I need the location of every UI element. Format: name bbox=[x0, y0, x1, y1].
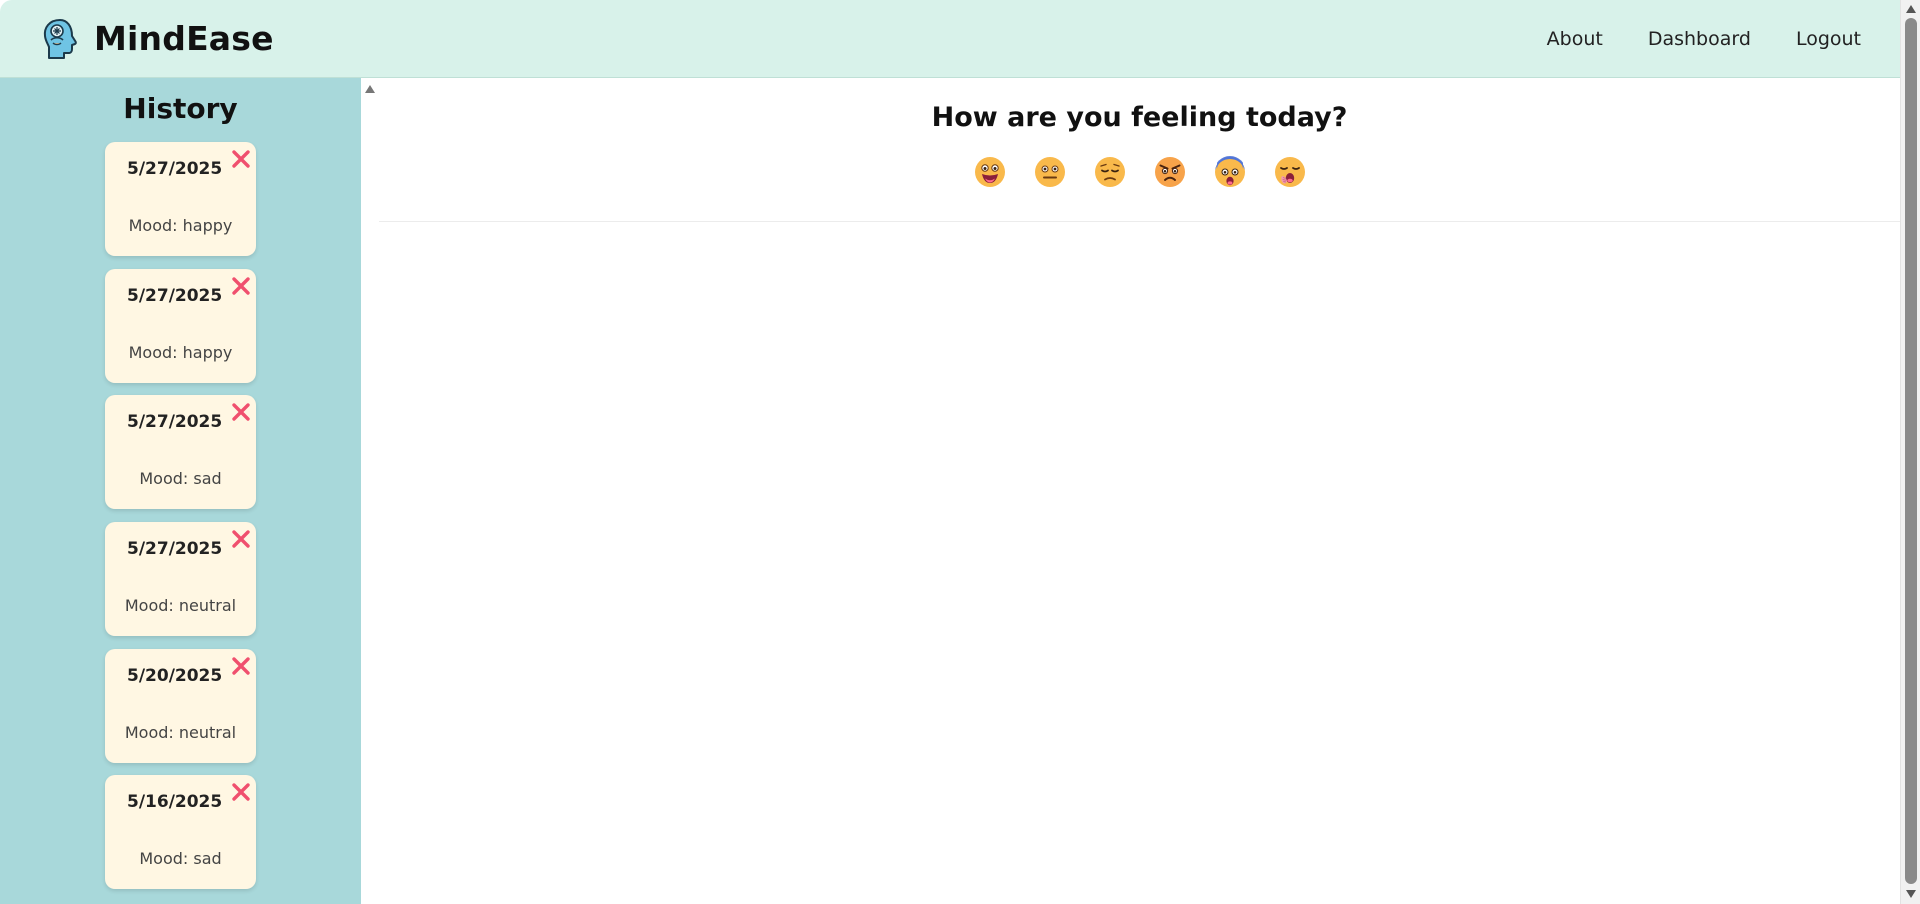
history-card-date: 5/27/2025 bbox=[127, 412, 223, 432]
page-scrollbar[interactable] bbox=[1900, 0, 1920, 904]
history-card-mood: Mood: neutral bbox=[124, 596, 237, 615]
history-card-mood: Mood: happy bbox=[128, 216, 233, 235]
delete-x-icon[interactable] bbox=[229, 780, 253, 804]
history-card-mood: Mood: happy bbox=[128, 343, 233, 362]
nav-link-about[interactable]: About bbox=[1547, 28, 1603, 50]
history-card-date: 5/27/2025 bbox=[127, 539, 223, 559]
history-card[interactable]: 5/16/2025 Mood: sad bbox=[105, 775, 256, 889]
history-card-date: 5/20/2025 bbox=[127, 666, 223, 686]
delete-x-icon[interactable] bbox=[229, 147, 253, 171]
scroll-down-arrow-icon[interactable] bbox=[1905, 889, 1917, 899]
brand[interactable]: MindEase bbox=[40, 17, 274, 61]
history-title: History bbox=[123, 92, 238, 125]
tired-emoji-icon[interactable] bbox=[1274, 156, 1306, 188]
anxious-emoji-icon[interactable] bbox=[1214, 156, 1246, 188]
mood-picker: How are you feeling today? bbox=[379, 78, 1900, 222]
scroll-up-arrow-icon[interactable] bbox=[364, 84, 376, 94]
nav-link-dashboard[interactable]: Dashboard bbox=[1648, 28, 1751, 50]
brain-head-logo-icon bbox=[43, 18, 77, 59]
mood-emoji-row bbox=[379, 156, 1900, 188]
delete-x-icon[interactable] bbox=[229, 654, 253, 678]
neutral-emoji-icon[interactable] bbox=[1034, 156, 1066, 188]
scroll-up-arrow-icon[interactable] bbox=[1905, 4, 1917, 14]
history-card-date: 5/16/2025 bbox=[127, 792, 223, 812]
main-content: How are you feeling today? bbox=[379, 78, 1900, 904]
history-card-mood: Mood: neutral bbox=[124, 723, 237, 742]
scrollbar-thumb[interactable] bbox=[1905, 18, 1917, 884]
delete-x-icon[interactable] bbox=[229, 527, 253, 551]
history-card[interactable]: 5/27/2025 Mood: neutral bbox=[105, 522, 256, 636]
history-sidebar[interactable]: History 5/27/2025 Mood: happy 5/27/2025 … bbox=[0, 78, 361, 904]
angry-emoji-icon[interactable] bbox=[1154, 156, 1186, 188]
nav-links: About Dashboard Logout bbox=[1547, 0, 1861, 78]
mood-question: How are you feeling today? bbox=[931, 102, 1348, 133]
history-card[interactable]: 5/27/2025 Mood: happy bbox=[105, 269, 256, 383]
delete-x-icon[interactable] bbox=[229, 274, 253, 298]
app-name: MindEase bbox=[94, 19, 274, 58]
history-card[interactable]: 5/27/2025 Mood: sad bbox=[105, 395, 256, 509]
history-card-mood: Mood: sad bbox=[139, 469, 222, 488]
history-card-date: 5/27/2025 bbox=[127, 159, 223, 179]
sad-emoji-icon[interactable] bbox=[1094, 156, 1126, 188]
history-card[interactable]: 5/27/2025 Mood: happy bbox=[105, 142, 256, 256]
top-navbar: MindEase About Dashboard Logout bbox=[0, 0, 1900, 78]
nav-link-logout[interactable]: Logout bbox=[1796, 28, 1861, 50]
history-card-mood: Mood: sad bbox=[139, 849, 222, 868]
history-card[interactable]: 5/20/2025 Mood: neutral bbox=[105, 649, 256, 763]
happy-emoji-icon[interactable] bbox=[974, 156, 1006, 188]
history-card-date: 5/27/2025 bbox=[127, 286, 223, 306]
delete-x-icon[interactable] bbox=[229, 400, 253, 424]
